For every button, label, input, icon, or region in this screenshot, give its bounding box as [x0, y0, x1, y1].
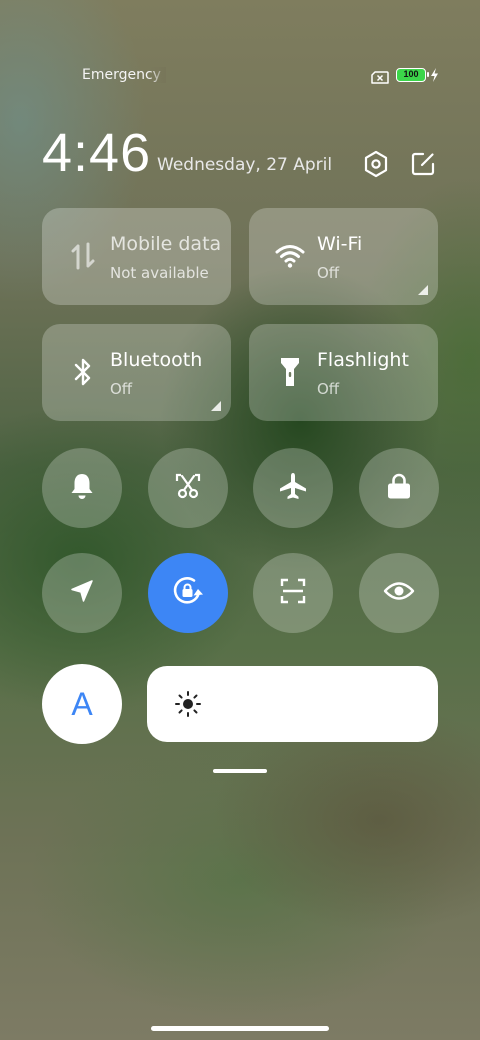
silent-toggle[interactable]	[42, 448, 122, 528]
reading-mode-toggle[interactable]	[359, 553, 439, 633]
wifi-status: Off	[317, 264, 340, 282]
bluetooth-expand-corner-icon[interactable]	[211, 401, 221, 411]
panel-drag-handle[interactable]	[213, 769, 267, 773]
scan-icon	[279, 577, 307, 609]
wifi-tile[interactable]: Wi-Fi Off	[249, 208, 438, 305]
battery-indicator: 100	[396, 68, 429, 82]
mobile-data-status: Not available	[110, 264, 209, 282]
screenshot-toggle[interactable]	[148, 448, 228, 528]
settings-icon[interactable]	[361, 149, 391, 179]
wifi-label: Wi-Fi	[317, 233, 363, 255]
bolt-icon	[430, 67, 439, 82]
scanner-toggle[interactable]	[253, 553, 333, 633]
bell-icon	[69, 472, 95, 504]
scissors-icon	[174, 472, 202, 504]
no-sim-icon	[371, 69, 389, 84]
flashlight-tile[interactable]: Flashlight Off	[249, 324, 438, 421]
lock-icon	[386, 472, 412, 504]
auto-brightness-button[interactable]: A	[42, 664, 122, 744]
mobile-data-label: Mobile data	[110, 233, 220, 255]
mobile-data-tile[interactable]: Mobile data Not available	[42, 208, 231, 305]
bluetooth-tile[interactable]: Bluetooth Off	[42, 324, 231, 421]
auto-brightness-label: A	[71, 685, 93, 722]
location-toggle[interactable]	[42, 553, 122, 633]
clock: 4:46	[42, 123, 152, 183]
flashlight-icon	[275, 357, 305, 387]
flashlight-label: Flashlight	[317, 349, 409, 371]
airplane-icon	[278, 471, 308, 505]
eye-icon	[383, 580, 415, 606]
location-arrow-icon	[69, 578, 95, 608]
edit-icon[interactable]	[408, 149, 438, 179]
bluetooth-icon	[68, 357, 98, 387]
rotation-lock-icon	[170, 574, 206, 612]
rotation-lock-toggle[interactable]	[148, 553, 228, 633]
bluetooth-status: Off	[110, 380, 133, 398]
airplane-mode-toggle[interactable]	[253, 448, 333, 528]
date: Wednesday, 27 April	[157, 155, 333, 175]
sun-icon	[174, 690, 202, 722]
wifi-expand-corner-icon[interactable]	[418, 285, 428, 295]
wifi-icon	[275, 241, 305, 271]
home-indicator[interactable]	[151, 1026, 329, 1031]
mobile-data-icon	[68, 241, 98, 271]
battery-level: 100	[403, 69, 419, 79]
flashlight-status: Off	[317, 380, 340, 398]
brightness-slider[interactable]	[147, 666, 438, 742]
bluetooth-label: Bluetooth	[110, 349, 203, 371]
status-carrier-text: Emergency calls only	[82, 67, 166, 83]
lock-screen-toggle[interactable]	[359, 448, 439, 528]
